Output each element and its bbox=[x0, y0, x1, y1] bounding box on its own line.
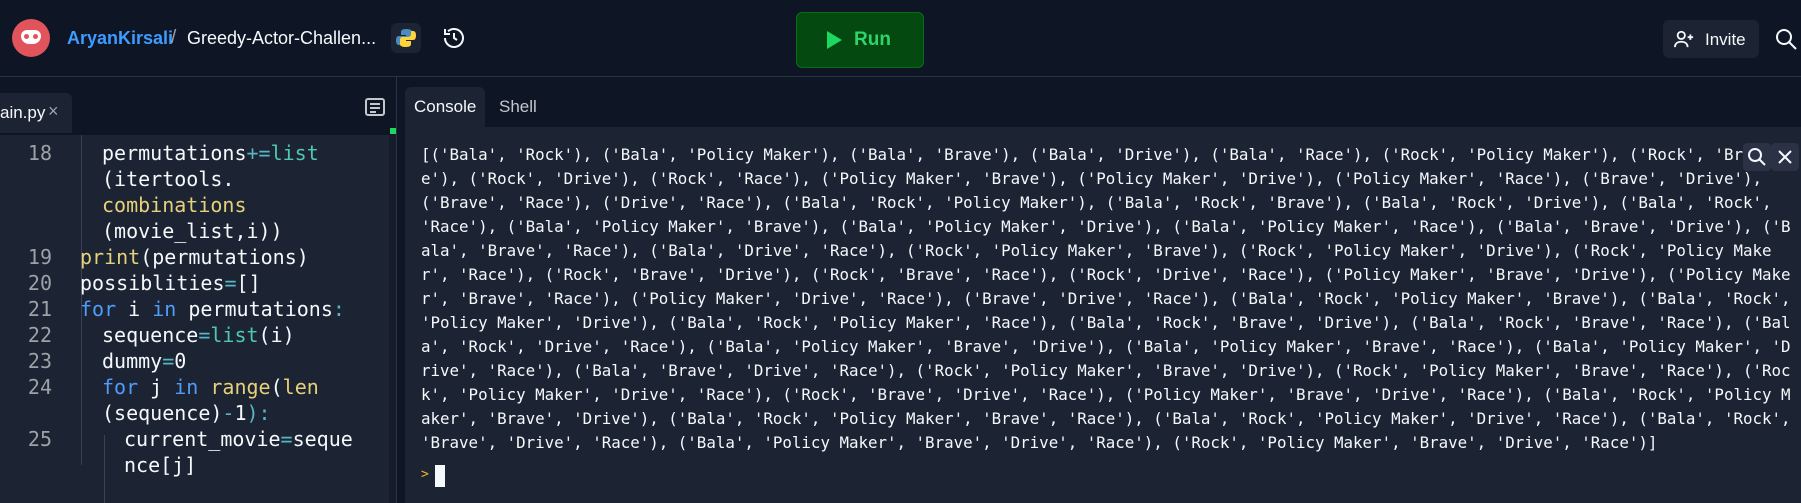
tab-shell[interactable]: Shell bbox=[490, 87, 546, 127]
code-token: list bbox=[270, 141, 319, 165]
add-user-icon bbox=[1674, 30, 1694, 48]
console-pane: Console Shell [('Bala', 'Rock'), ('Bala'… bbox=[397, 77, 1801, 503]
console-output-area[interactable]: [('Bala', 'Rock'), ('Bala', 'Policy Make… bbox=[405, 127, 1801, 503]
invite-button[interactable]: Invite bbox=[1663, 20, 1759, 58]
console-search-button[interactable] bbox=[1743, 143, 1771, 171]
code-token: possiblities bbox=[80, 271, 225, 295]
code-token: 1 bbox=[234, 401, 247, 425]
username-link[interactable]: AryanKirsali bbox=[67, 28, 173, 49]
code-token: dummy bbox=[102, 349, 163, 373]
code-token: combinations bbox=[102, 193, 247, 217]
code-token: permutations bbox=[102, 141, 247, 165]
clear-icon bbox=[1778, 150, 1792, 164]
code-token: print bbox=[80, 245, 141, 269]
top-bar: AryanKirsali / Greedy-Actor-Challen... R… bbox=[0, 0, 1801, 77]
editor-menu-icon[interactable] bbox=[364, 96, 386, 118]
code-token: += bbox=[246, 141, 271, 165]
code-area[interactable]: 18 permutations+=list (itertools. combinati… bbox=[0, 135, 396, 503]
run-button[interactable]: Run bbox=[796, 12, 924, 68]
code-token: seque bbox=[292, 427, 353, 451]
code-token: i bbox=[116, 297, 153, 321]
code-token: = bbox=[280, 427, 293, 451]
code-token: permutations bbox=[176, 297, 333, 321]
replit-avatar-icon[interactable] bbox=[12, 19, 50, 57]
code-token: = bbox=[198, 323, 211, 347]
code-token: range bbox=[210, 375, 271, 399]
code-token: (movie_list,i)) bbox=[102, 219, 283, 243]
python-icon[interactable] bbox=[391, 23, 421, 53]
console-prompt-icon: > bbox=[421, 467, 429, 482]
editor-scrollbar[interactable] bbox=[389, 135, 396, 503]
code-token: (sequence) bbox=[102, 401, 223, 425]
console-output-text: [('Bala', 'Rock'), ('Bala', 'Policy Make… bbox=[421, 145, 1801, 452]
run-label: Run bbox=[854, 29, 891, 50]
code-token: ( bbox=[270, 375, 283, 399]
code-line[interactable]: nce[j] bbox=[0, 450, 396, 480]
code-editor-pane: ain.py × 18 permutations+=list (itertools.… bbox=[0, 77, 397, 503]
invite-label: Invite bbox=[1705, 30, 1746, 49]
code-token: for bbox=[80, 297, 117, 321]
code-token: for bbox=[102, 375, 139, 399]
console-clear-button[interactable] bbox=[1771, 143, 1799, 171]
search-icon[interactable] bbox=[1774, 27, 1798, 51]
tab-console[interactable]: Console bbox=[405, 87, 486, 127]
code-token: (itertools. bbox=[102, 167, 235, 191]
repl-name[interactable]: Greedy-Actor-Challen... bbox=[187, 28, 376, 49]
code-token: ): bbox=[246, 401, 271, 425]
code-token: (permutations) bbox=[140, 245, 309, 269]
code-token: sequence bbox=[102, 323, 199, 347]
code-text: nce[j] bbox=[124, 450, 196, 480]
code-token: in bbox=[152, 297, 177, 321]
code-token: 0 bbox=[174, 349, 187, 373]
code-token: : bbox=[332, 297, 345, 321]
search-icon bbox=[1748, 148, 1766, 166]
code-token: j bbox=[138, 375, 175, 399]
code-token: len bbox=[282, 375, 319, 399]
code-token: in bbox=[174, 375, 199, 399]
code-token: - bbox=[222, 401, 235, 425]
tab-main-py[interactable]: ain.py × bbox=[0, 93, 72, 133]
code-token: = bbox=[224, 271, 237, 295]
code-token: = bbox=[162, 349, 175, 373]
history-icon[interactable] bbox=[442, 26, 466, 50]
tab-file-name: ain.py bbox=[0, 103, 46, 122]
console-cursor[interactable] bbox=[435, 465, 445, 487]
code-token: nce[j] bbox=[124, 453, 197, 477]
close-icon[interactable]: × bbox=[48, 101, 59, 122]
code-token: (i) bbox=[258, 323, 295, 347]
breadcrumb-separator: / bbox=[171, 27, 177, 48]
code-token: list bbox=[210, 323, 259, 347]
scroll-marker bbox=[390, 128, 396, 134]
code-token: current_movie bbox=[124, 427, 281, 451]
play-icon bbox=[827, 31, 842, 49]
code-token: [] bbox=[236, 271, 261, 295]
